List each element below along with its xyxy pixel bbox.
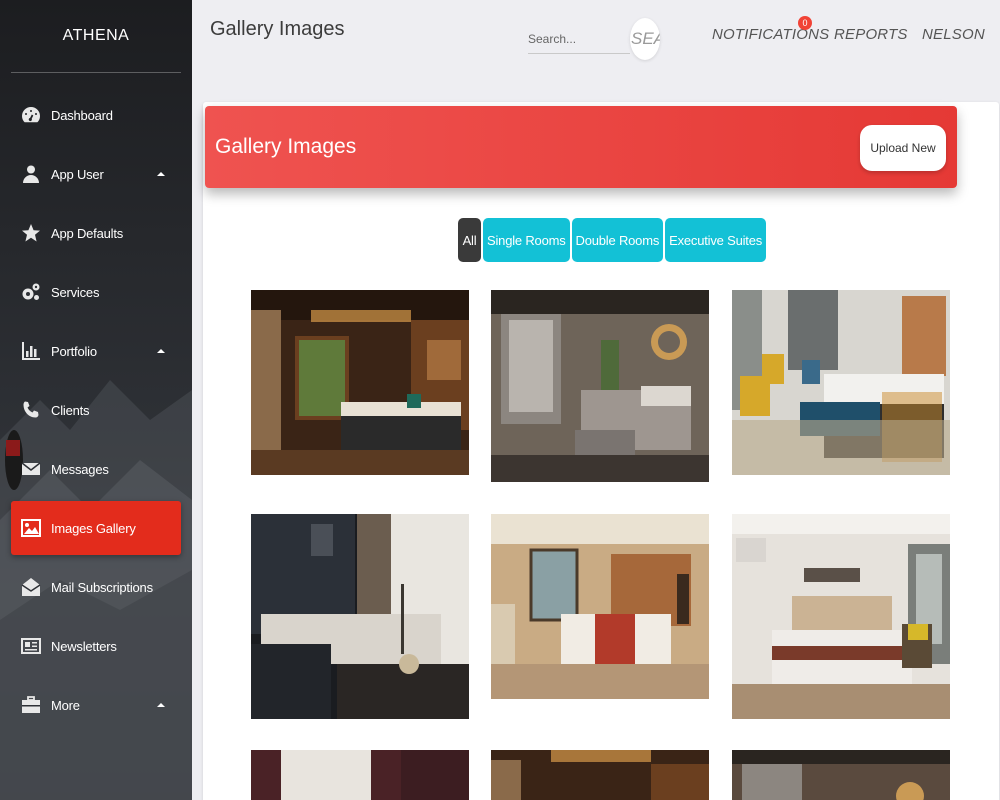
- upload-new-button[interactable]: Upload New: [860, 125, 946, 171]
- card-title: Gallery Images: [215, 135, 357, 158]
- sidebar-item-label: App User: [51, 166, 104, 182]
- user-menu[interactable]: NELSON: [922, 26, 985, 43]
- card-header: Gallery Images Upload New: [205, 106, 957, 188]
- sidebar-item-label: More: [51, 697, 80, 713]
- filter-double-rooms[interactable]: Double Rooms: [571, 218, 664, 262]
- sidebar-item-dashboard[interactable]: Dashboard: [11, 88, 181, 142]
- sidebar-item-label: Portfolio: [51, 343, 97, 359]
- envelope-open-icon: [21, 577, 41, 597]
- caret-up-icon[interactable]: [157, 172, 165, 176]
- caret-up-icon[interactable]: [157, 349, 165, 353]
- sidebar-item-label: App Defaults: [51, 225, 124, 241]
- gallery-image[interactable]: [732, 750, 950, 800]
- sidebar-item-label: Services: [51, 284, 100, 300]
- briefcase-icon: [21, 695, 41, 715]
- sidebar-item-portfolio[interactable]: Portfolio: [11, 324, 181, 378]
- gallery-image[interactable]: [732, 290, 950, 475]
- notifications-link[interactable]: NOTIFICATIONS: [712, 26, 829, 43]
- sidebar-item-more[interactable]: More: [11, 678, 181, 732]
- gallery-image[interactable]: [251, 750, 469, 800]
- filter-tabs: All Single Rooms Double Rooms Executive …: [458, 218, 768, 262]
- dashboard-icon: [21, 105, 41, 125]
- gallery-image[interactable]: [491, 750, 709, 800]
- page-title: Gallery Images: [210, 18, 345, 40]
- sidebar-item-services[interactable]: Services: [11, 265, 181, 319]
- sidebar-item-label: Mail Subscriptions: [51, 579, 153, 595]
- sidebar-item-label: Newsletters: [51, 638, 117, 654]
- sidebar-item-label: Images Gallery: [51, 520, 136, 536]
- sidebar-nav: Dashboard App User App Defaults Services: [0, 88, 192, 732]
- sidebar-item-mail-subscriptions[interactable]: Mail Subscriptions: [11, 560, 181, 614]
- top-bar: Gallery Images SEARCH NOTIFICATIONS 0 RE…: [192, 0, 1000, 72]
- phone-icon: [21, 400, 41, 420]
- filter-all[interactable]: All: [458, 218, 481, 262]
- search-button[interactable]: SEARCH: [630, 18, 660, 60]
- gallery-image[interactable]: [491, 514, 709, 699]
- envelope-icon: [21, 459, 41, 479]
- gallery-card: Gallery Images Upload New All Single Roo…: [203, 102, 999, 800]
- search-input[interactable]: [528, 24, 630, 54]
- gallery-image[interactable]: [251, 290, 469, 475]
- caret-up-icon[interactable]: [157, 703, 165, 707]
- brand-logo[interactable]: ATHENA: [0, 0, 192, 72]
- sidebar-item-app-user[interactable]: App User: [11, 147, 181, 201]
- reports-link[interactable]: REPORTS: [834, 26, 908, 43]
- gears-icon: [21, 282, 41, 302]
- sidebar-item-label: Dashboard: [51, 107, 113, 123]
- gallery-image[interactable]: [732, 514, 950, 719]
- newspaper-icon: [21, 636, 41, 656]
- sidebar-item-label: Messages: [51, 461, 109, 477]
- image-icon: [21, 518, 41, 538]
- user-icon: [21, 164, 41, 184]
- sidebar-item-label: Clients: [51, 402, 90, 418]
- sidebar: ATHENA Dashboard App User App Defaults S…: [0, 0, 192, 800]
- sidebar-item-newsletters[interactable]: Newsletters: [11, 619, 181, 673]
- sidebar-item-images-gallery[interactable]: Images Gallery: [11, 501, 181, 555]
- bar-chart-icon: [21, 341, 41, 361]
- sidebar-item-messages[interactable]: Messages: [11, 442, 181, 496]
- gallery-image[interactable]: [491, 290, 709, 482]
- sidebar-item-clients[interactable]: Clients: [11, 383, 181, 437]
- brand-divider: [11, 72, 181, 73]
- notifications-badge: 0: [798, 16, 812, 30]
- gallery-image[interactable]: [251, 514, 469, 719]
- filter-executive-suites[interactable]: Executive Suites: [665, 218, 767, 262]
- filter-single-rooms[interactable]: Single Rooms: [483, 218, 570, 262]
- sidebar-item-app-defaults[interactable]: App Defaults: [11, 206, 181, 260]
- star-icon: [21, 223, 41, 243]
